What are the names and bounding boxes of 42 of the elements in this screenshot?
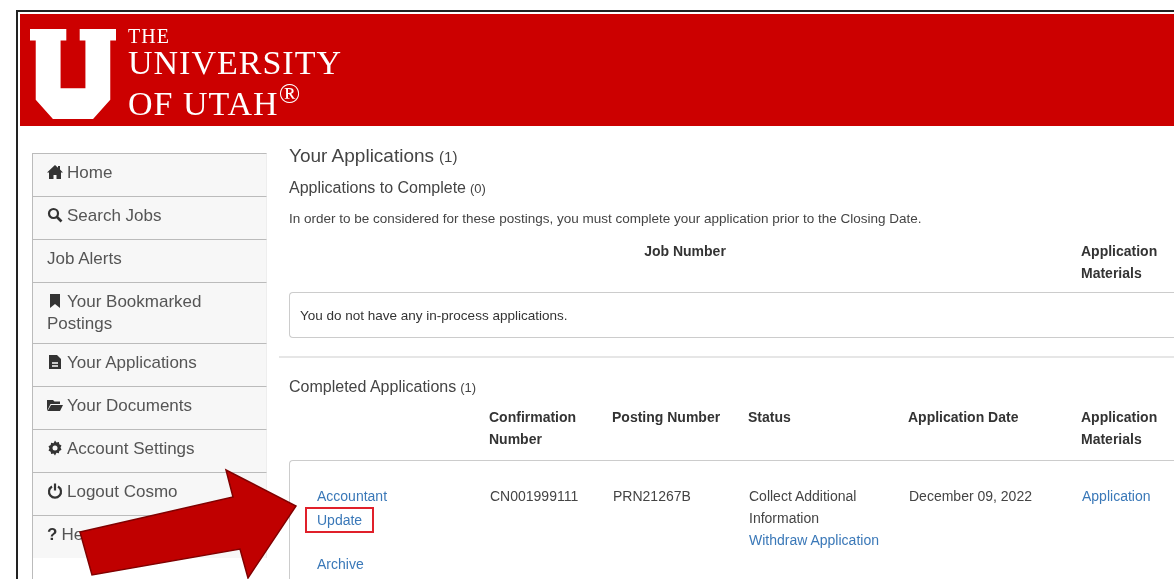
sidebar-item[interactable]: Account Settings <box>33 429 267 473</box>
sidebar-item[interactable]: Home <box>33 153 267 196</box>
sidebar-item[interactable]: Your Documents <box>33 386 267 430</box>
help-glyph: ? <box>47 525 58 545</box>
university-name: THE <box>128 26 171 46</box>
document-icon <box>47 354 63 371</box>
section-heading: Completed Applications <box>289 378 457 396</box>
search-icon <box>47 207 63 223</box>
page-title: Your Applications <box>289 145 435 167</box>
column-header: Posting Number <box>612 408 722 427</box>
action-link[interactable]: Archive <box>305 551 376 577</box>
instruction-text: In order to be considered for these postings, you must complete your application prior to the Closing Date. <box>289 211 923 226</box>
home-icon <box>47 164 63 180</box>
withdraw-link[interactable]: Withdraw Application <box>749 529 879 551</box>
sidebar-item[interactable]: Your Applications <box>33 343 267 387</box>
table-cell-text: December 09, 2022 <box>909 487 1033 506</box>
count: (0) <box>470 181 486 196</box>
job-title-link[interactable]: Accountant <box>317 485 388 507</box>
sidebar-item[interactable]: Search Jobs <box>33 196 267 239</box>
table-cell-text: PRN21267B <box>613 487 692 506</box>
university-name: UNIVERSITY <box>128 46 342 80</box>
column-header: Application Materials <box>1081 242 1159 283</box>
section-heading: Applications to Complete <box>289 179 466 197</box>
column-header: Status <box>748 408 792 427</box>
sidebar-item[interactable]: Job Alerts <box>33 239 267 282</box>
column-header: Job Number <box>643 242 727 261</box>
count: (1) <box>439 148 458 165</box>
count: (1) <box>460 380 477 395</box>
column-header: Application Date <box>908 408 1020 427</box>
university-name: OF UTAH$^{®}$ <box>128 80 303 122</box>
table-cell-text: CN001999111 <box>490 487 580 506</box>
bookmark-icon <box>47 293 63 309</box>
empty-message: You do not have any in-process applications. <box>300 307 568 323</box>
settings-icon <box>47 440 63 457</box>
column-header: Application Materials <box>1081 408 1159 449</box>
action-link[interactable]: Update <box>305 507 375 533</box>
application-link[interactable]: Application <box>1082 488 1151 504</box>
sidebar-item[interactable]: Your Bookmarked Postings <box>33 282 267 344</box>
column-header: Confirmation Number <box>489 408 578 449</box>
power-icon <box>47 483 63 500</box>
folder-icon <box>47 397 63 414</box>
table-cell-text: Collect Additional Information <box>749 487 858 528</box>
